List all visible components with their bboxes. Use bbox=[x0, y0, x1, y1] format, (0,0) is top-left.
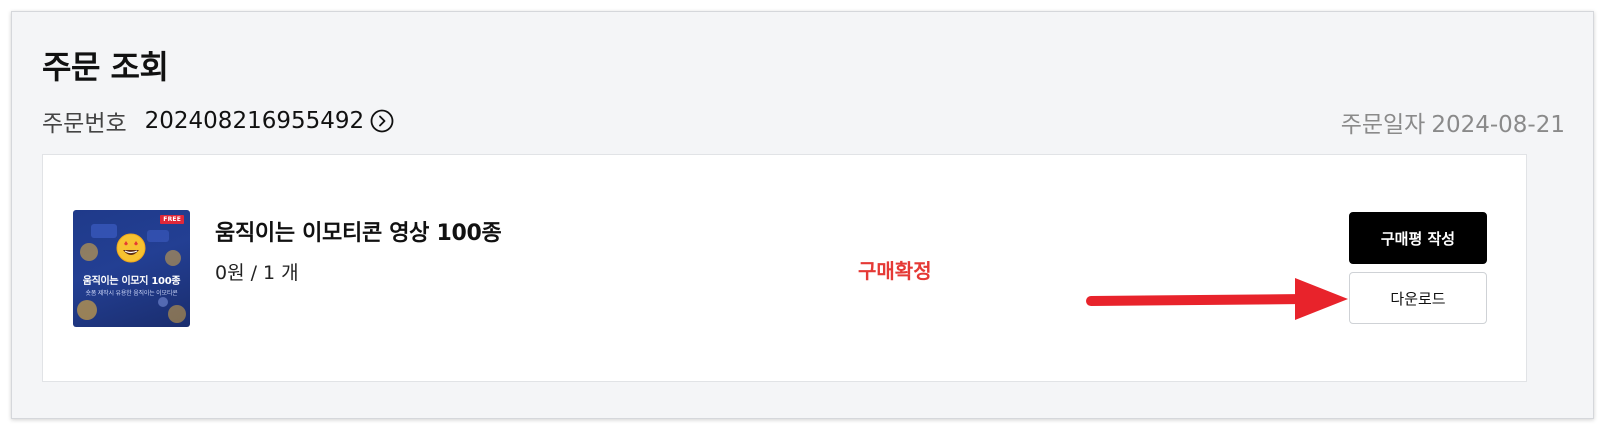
order-item-card: FREE 움직이는 이모지 100종 숏폼 제작시 유용한 움직이는 이모티콘 … bbox=[42, 154, 1527, 382]
order-number-label: 주문번호 bbox=[42, 111, 127, 137]
thumbnail-subtitle: 숏폼 제작시 유용한 움직이는 이모티콘 bbox=[85, 290, 178, 297]
thumbnail-title: 움직이는 이모지 100종 bbox=[82, 276, 181, 287]
order-date: 주문일자 2024-08-21 bbox=[1341, 105, 1565, 139]
red-arrow-icon bbox=[1086, 278, 1348, 320]
order-date-value: 2024-08-21 bbox=[1431, 112, 1565, 138]
write-review-button[interactable]: 구매평 작성 bbox=[1349, 212, 1487, 264]
emoji-collage-image bbox=[77, 224, 186, 323]
product-price-quantity: 0원 / 1 개 bbox=[215, 262, 299, 284]
order-lookup-panel: 주문 조회 주문번호 202408216955492 주문일자 2024-08-2… bbox=[11, 11, 1594, 419]
product-name[interactable]: 움직이는 이모티콘 영상 100종 bbox=[215, 215, 502, 247]
download-button[interactable]: 다운로드 bbox=[1349, 272, 1487, 324]
order-status: 구매확정 bbox=[858, 259, 932, 283]
chevron-right-circle-icon[interactable] bbox=[370, 109, 394, 133]
page-title: 주문 조회 bbox=[42, 48, 169, 86]
free-badge: FREE bbox=[160, 215, 184, 224]
product-thumbnail[interactable]: FREE 움직이는 이모지 100종 숏폼 제작시 유용한 움직이는 이모티콘 bbox=[73, 210, 190, 327]
order-date-label: 주문일자 bbox=[1340, 112, 1426, 138]
order-number-row: 주문번호 202408216955492 bbox=[42, 104, 394, 138]
order-number-value[interactable]: 202408216955492 bbox=[145, 108, 365, 134]
